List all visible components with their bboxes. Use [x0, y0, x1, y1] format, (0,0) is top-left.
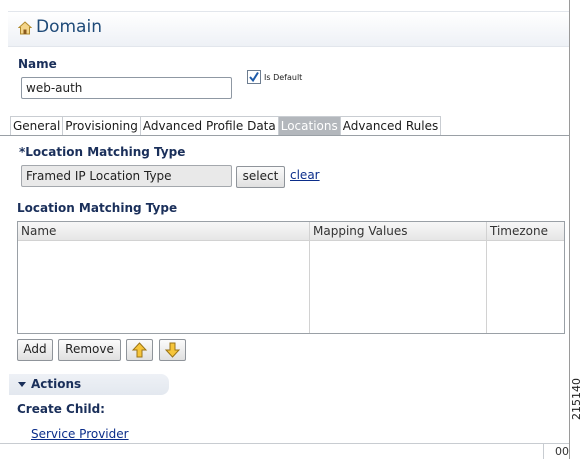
remove-button[interactable]: Remove: [58, 339, 121, 361]
arrow-down-icon: [164, 342, 181, 358]
footer-divider: [0, 443, 569, 444]
column-header-mapping-values[interactable]: Mapping Values: [310, 222, 408, 240]
service-provider-link[interactable]: Service Provider: [31, 427, 129, 441]
is-default-label: Is Default: [264, 73, 303, 82]
tab-advanced-rules[interactable]: Advanced Rules: [340, 116, 442, 135]
footer-text: 00: [555, 445, 569, 458]
column-divider: [309, 222, 310, 333]
footer-separator: [543, 443, 544, 459]
actions-title: Actions: [31, 377, 82, 391]
panel-header: Domain: [8, 11, 569, 47]
tab-advanced-profile-data[interactable]: Advanced Profile Data: [140, 116, 279, 135]
tab-locations[interactable]: Locations: [278, 116, 341, 135]
house-icon: [18, 21, 32, 35]
select-button[interactable]: select: [236, 166, 285, 188]
column-divider: [486, 222, 487, 333]
tab-divider: [0, 135, 569, 136]
column-header-name[interactable]: Name: [18, 222, 56, 240]
move-up-button[interactable]: [126, 339, 153, 361]
tab-general[interactable]: General: [10, 116, 64, 135]
arrow-up-icon: [131, 342, 148, 358]
figure-number: 215140: [570, 378, 583, 420]
collapse-triangle-icon: [18, 382, 26, 387]
location-matching-type-field: Framed IP Location Type: [21, 165, 232, 187]
clear-link[interactable]: clear: [290, 168, 320, 182]
location-table-title: Location Matching Type: [17, 201, 178, 215]
tab-bar: General Provisioning Advanced Profile Da…: [10, 116, 442, 135]
name-field[interactable]: web-auth: [21, 77, 232, 99]
is-default-checkbox[interactable]: [247, 70, 261, 84]
column-header-timezone[interactable]: Timezone: [487, 222, 548, 240]
domain-panel: Domain Name web-auth Is Default General …: [0, 0, 570, 459]
tab-provisioning[interactable]: Provisioning: [63, 116, 141, 135]
create-child-label: Create Child:: [17, 402, 105, 416]
checkmark-icon: [249, 71, 259, 83]
move-down-button[interactable]: [159, 339, 186, 361]
location-matching-type-label: *Location Matching Type: [19, 145, 186, 159]
add-button[interactable]: Add: [17, 339, 53, 361]
location-matching-table[interactable]: Name Mapping Values Timezone: [17, 221, 565, 334]
table-header: Name Mapping Values Timezone: [18, 222, 564, 241]
page-title: Domain: [36, 17, 102, 37]
actions-section-header[interactable]: Actions: [9, 374, 169, 395]
name-label: Name: [18, 57, 57, 71]
